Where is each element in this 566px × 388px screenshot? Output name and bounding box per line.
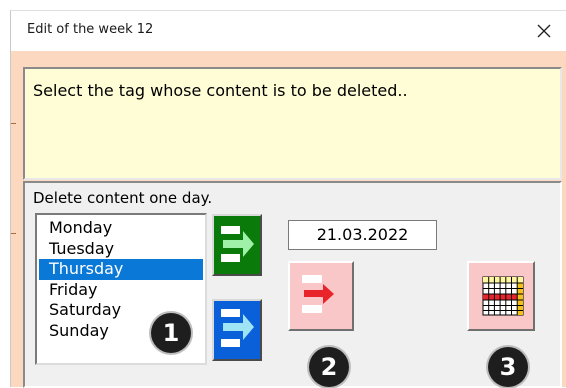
date-field[interactable]: 21.03.2022	[288, 220, 437, 250]
window-edge-mark	[11, 233, 16, 234]
copy-forward-button[interactable]	[212, 214, 262, 276]
dialog-window: Edit of the week 12 Select the tag whose…	[10, 10, 566, 388]
arrow-right-icon	[221, 226, 254, 262]
close-icon	[537, 24, 551, 38]
step-badge-1: 1	[151, 313, 191, 353]
calendar-grid-icon	[482, 276, 524, 316]
delete-arrow-icon	[302, 275, 334, 313]
title-bar[interactable]: Edit of the week 12	[11, 11, 566, 51]
day-item-monday[interactable]: Monday	[37, 218, 205, 239]
instruction-text: Select the tag whose content is to be de…	[33, 81, 408, 100]
day-item-thursday[interactable]: Thursday	[39, 259, 203, 280]
arrow-right-icon	[221, 309, 254, 347]
frame-caption: Delete content one day.	[33, 189, 213, 207]
instruction-box: Select the tag whose content is to be de…	[23, 67, 562, 180]
step-badge-3: 3	[488, 347, 528, 387]
window-edge-mark	[11, 123, 16, 124]
delete-button[interactable]	[288, 261, 354, 331]
delete-day-frame: Delete content one day. Monday Tuesday T…	[23, 181, 562, 388]
day-item-friday[interactable]: Friday	[37, 280, 205, 301]
step-badge-2: 2	[309, 347, 349, 387]
window-title: Edit of the week 12	[27, 22, 154, 37]
week-grid-button[interactable]	[467, 261, 535, 331]
close-button[interactable]	[521, 11, 566, 51]
day-item-tuesday[interactable]: Tuesday	[37, 239, 205, 260]
copy-down-button[interactable]	[212, 299, 262, 361]
